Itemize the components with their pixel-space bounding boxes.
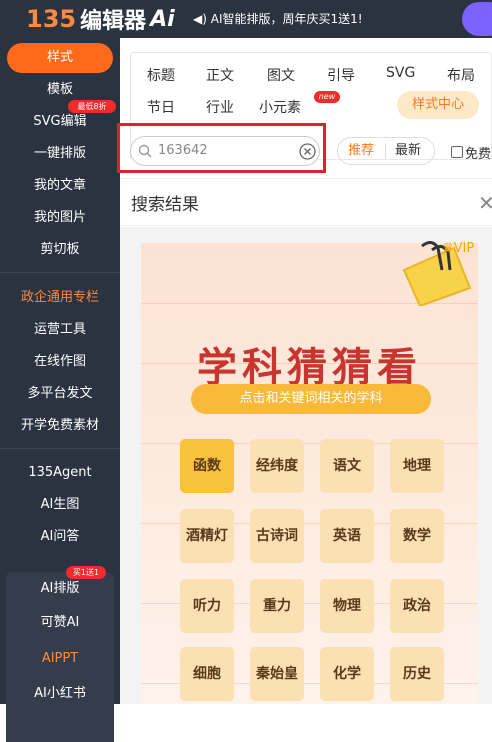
- search-value: 163642: [158, 143, 208, 158]
- category-layout[interactable]: 布局: [447, 65, 475, 85]
- search-input[interactable]: 163642: [130, 136, 320, 166]
- clear-icon[interactable]: [299, 143, 316, 160]
- tab-recommended[interactable]: 推荐: [348, 138, 374, 164]
- word-tile[interactable]: 历史: [390, 647, 444, 701]
- new-badge: new: [314, 91, 340, 103]
- category-guide[interactable]: 引导: [327, 65, 355, 85]
- sort-tabs: 推荐 最新: [337, 137, 435, 165]
- top-bar: 135 编辑器 Ai ◀) AI智能排版，周年庆买1送1!: [0, 0, 492, 38]
- sidebar-item-agent[interactable]: 135Agent: [0, 457, 120, 489]
- search-icon: [138, 144, 152, 158]
- logo-text: 编辑器: [80, 9, 147, 34]
- announcement-text: AI智能排版，周年庆买1送1!: [210, 12, 363, 26]
- word-tile[interactable]: 古诗词: [250, 509, 304, 563]
- free-checkbox[interactable]: [451, 146, 463, 158]
- sidebar-item-clipboard[interactable]: 剪切板: [0, 234, 120, 266]
- logo-ai: Ai: [150, 6, 175, 32]
- category-image-text[interactable]: 图文: [267, 65, 295, 85]
- close-icon[interactable]: ✕: [478, 191, 492, 215]
- style-center-button[interactable]: 样式中心: [397, 91, 479, 119]
- word-tile[interactable]: 物理: [320, 579, 374, 633]
- word-tile[interactable]: 细胞: [180, 647, 234, 701]
- logo-number: 135: [26, 5, 77, 33]
- sidebar-item-my-images[interactable]: 我的图片: [0, 202, 120, 234]
- category-industry[interactable]: 行业: [206, 97, 234, 117]
- sidebar-item-svg-editor[interactable]: SVG编辑: [0, 106, 120, 138]
- sidebar-item-one-click[interactable]: 一键排版: [0, 138, 120, 170]
- template-card[interactable]: 学科猜猜看 点击和关键词相关的学科 函数 经纬度 语文 地理 酒精灯 古诗词 英…: [141, 243, 478, 704]
- sidebar: 样式 模板 最低8折 SVG编辑 一键排版 我的文章 我的图片 剪切板 政企通用…: [0, 38, 120, 742]
- category-body[interactable]: 正文: [206, 65, 234, 85]
- word-tile[interactable]: 秦始皇: [250, 647, 304, 701]
- user-button[interactable]: [462, 2, 492, 36]
- word-tile[interactable]: 政治: [390, 579, 444, 633]
- sidebar-item-online-design[interactable]: 在线作图: [0, 346, 120, 378]
- category-festival[interactable]: 节日: [147, 97, 175, 117]
- sidebar-item-multi-platform[interactable]: 多平台发文: [0, 378, 120, 410]
- announcement[interactable]: ◀) AI智能排版，周年庆买1送1!: [193, 10, 363, 27]
- logo[interactable]: 135 编辑器 Ai: [26, 4, 175, 34]
- word-tile[interactable]: 经纬度: [250, 439, 304, 493]
- sidebar-divider: [0, 272, 120, 273]
- tab-latest[interactable]: 最新: [395, 138, 421, 164]
- word-tile[interactable]: 化学: [320, 647, 374, 701]
- vip-text: VIP: [453, 241, 475, 256]
- sidebar-item-free-materials[interactable]: 开学免费素材: [0, 410, 120, 442]
- sidebar-item-aippt[interactable]: AIPPT: [0, 643, 120, 675]
- speaker-icon: ◀): [193, 12, 207, 26]
- sidebar-item-kezan-ai[interactable]: 可赞AI: [0, 607, 120, 639]
- sidebar-item-ai-xhs[interactable]: AI小红书: [0, 678, 120, 710]
- word-tile[interactable]: 英语: [320, 509, 374, 563]
- word-tile[interactable]: 地理: [390, 439, 444, 493]
- word-tile[interactable]: 数学: [390, 509, 444, 563]
- sidebar-item-style[interactable]: 样式: [7, 43, 113, 73]
- sidebar-item-ops-tools[interactable]: 运营工具: [0, 314, 120, 346]
- vip-badge: ♛VIP: [442, 241, 475, 256]
- sidebar-item-ai-image[interactable]: AI生图: [0, 489, 120, 521]
- sidebar-item-gov[interactable]: 政企通用专栏: [0, 282, 120, 314]
- category-small-elements[interactable]: 小元素: [259, 97, 301, 117]
- sidebar-divider: [0, 448, 120, 449]
- word-tile[interactable]: 语文: [320, 439, 374, 493]
- word-tile[interactable]: 重力: [250, 579, 304, 633]
- sidebar-item-ai-layout[interactable]: AI排版: [0, 573, 120, 605]
- results-title: 搜索结果: [131, 195, 199, 215]
- category-svg[interactable]: SVG: [386, 65, 415, 81]
- tab-divider: [385, 143, 386, 159]
- card-subtitle: 点击和关键词相关的学科: [191, 384, 431, 414]
- category-title[interactable]: 标题: [147, 65, 175, 85]
- word-tile[interactable]: 听力: [180, 579, 234, 633]
- word-tile[interactable]: 函数: [180, 439, 234, 493]
- sidebar-item-my-articles[interactable]: 我的文章: [0, 170, 120, 202]
- word-tile[interactable]: 酒精灯: [180, 509, 234, 563]
- sidebar-item-ai-qa[interactable]: AI问答: [0, 521, 120, 553]
- results-header: 搜索结果 ✕: [120, 178, 492, 226]
- free-label: 免费: [465, 147, 492, 162]
